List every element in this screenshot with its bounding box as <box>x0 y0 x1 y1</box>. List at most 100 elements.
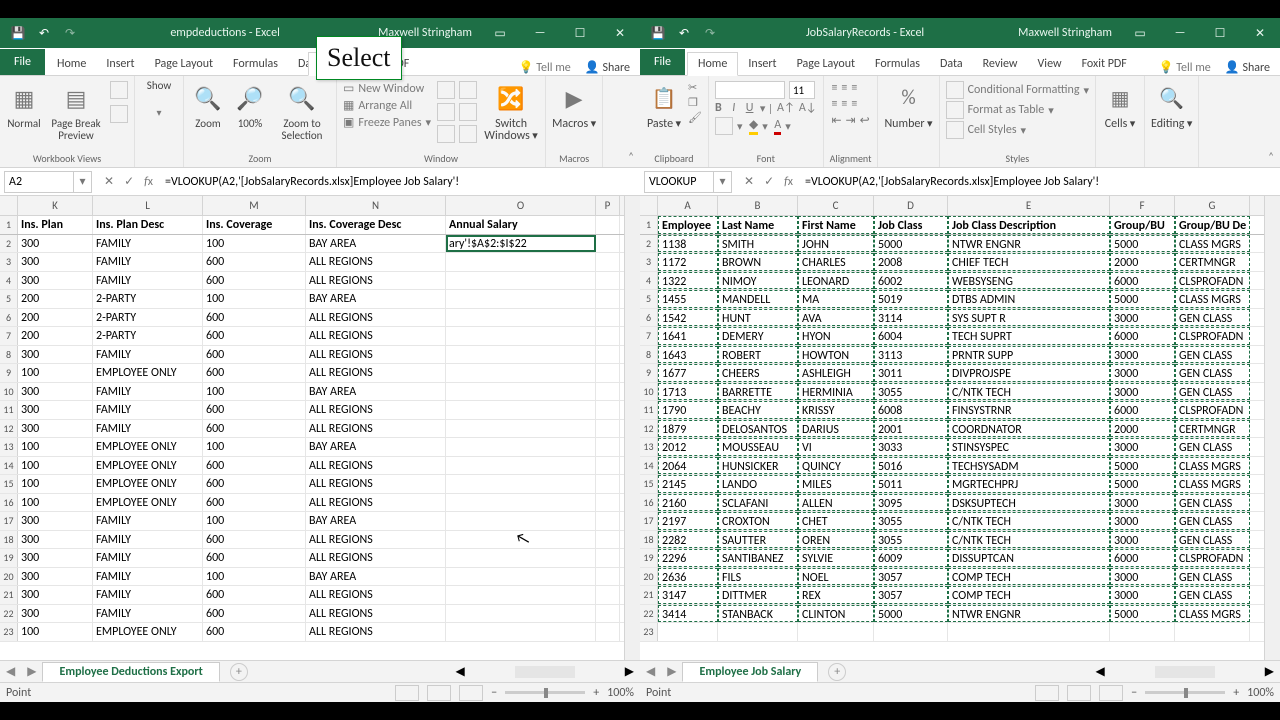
vertical-scrollbar[interactable] <box>624 196 640 660</box>
formula-input[interactable] <box>801 175 1280 189</box>
cell[interactable]: FAMILY <box>93 401 203 419</box>
name-box-input[interactable] <box>645 172 713 192</box>
cell[interactable]: CHET <box>798 512 874 530</box>
row-header[interactable]: 4 <box>640 272 658 290</box>
cell[interactable]: 2282 <box>658 531 718 549</box>
column-label[interactable] <box>596 216 620 234</box>
cell[interactable]: SAUTTER <box>718 531 798 549</box>
fx-icon[interactable]: fx <box>144 175 153 189</box>
copy-icon[interactable]: ❐ <box>688 95 702 110</box>
cell[interactable] <box>798 623 874 641</box>
cell[interactable]: KRISSY <box>798 401 874 419</box>
align-center-icon[interactable]: ≡ <box>841 97 847 111</box>
cell[interactable]: FAMILY <box>93 549 203 567</box>
cell[interactable]: ALL REGIONS <box>306 364 446 382</box>
cell[interactable]: 300 <box>18 549 93 567</box>
tab-data[interactable]: Data <box>288 53 308 75</box>
cell[interactable]: VI <box>798 438 874 456</box>
align-middle-icon[interactable]: ≡ <box>841 81 847 95</box>
cell[interactable] <box>596 457 620 475</box>
normal-view-statusbtn[interactable] <box>395 685 419 701</box>
cell[interactable]: CLASS MGRS <box>1175 457 1250 475</box>
row-header[interactable]: 23 <box>0 623 18 641</box>
horizontal-scrollbar[interactable] <box>1155 666 1215 678</box>
cell[interactable]: C/NTK TECH <box>948 531 1110 549</box>
cell[interactable]: 6000 <box>1110 272 1175 290</box>
cell[interactable]: 3055 <box>874 531 948 549</box>
cell[interactable]: 1641 <box>658 327 718 345</box>
row-header[interactable]: 2 <box>640 235 658 253</box>
cell[interactable]: CLINTON <box>798 605 874 623</box>
column-header[interactable]: C <box>798 196 874 215</box>
zoom-out-icon[interactable]: − <box>491 686 497 700</box>
tab-formulas[interactable]: Formulas <box>223 53 288 75</box>
cell[interactable] <box>596 327 620 345</box>
cell[interactable] <box>446 605 596 623</box>
row-header[interactable]: 4 <box>0 272 18 290</box>
cell[interactable]: 600 <box>203 272 306 290</box>
cell[interactable]: 100 <box>203 290 306 308</box>
redo-icon[interactable]: ↷ <box>60 23 80 43</box>
tab-file[interactable]: File <box>640 49 685 75</box>
row-header[interactable]: 19 <box>640 549 658 567</box>
align-bottom-icon[interactable]: ≡ <box>851 81 857 95</box>
cell[interactable]: ALL REGIONS <box>306 623 446 641</box>
cell[interactable]: 2160 <box>658 494 718 512</box>
cell[interactable]: 600 <box>203 309 306 327</box>
cell[interactable]: 300 <box>18 586 93 604</box>
row-header[interactable]: 7 <box>0 327 18 345</box>
cell[interactable]: ALL REGIONS <box>306 605 446 623</box>
cell[interactable] <box>446 475 596 493</box>
cell[interactable]: 5000 <box>1110 457 1175 475</box>
cell[interactable]: FAMILY <box>93 420 203 438</box>
cell[interactable] <box>446 438 596 456</box>
cell[interactable]: CLASS MGRS <box>1175 235 1250 253</box>
cell[interactable]: SMITH <box>718 235 798 253</box>
cell[interactable]: 600 <box>203 346 306 364</box>
share-button[interactable]: 👤 Share <box>585 60 630 75</box>
cell[interactable] <box>596 512 620 530</box>
cell[interactable]: 2197 <box>658 512 718 530</box>
cell[interactable]: 2064 <box>658 457 718 475</box>
cell[interactable]: CHEERS <box>718 364 798 382</box>
cell[interactable]: LANDO <box>718 475 798 493</box>
cell[interactable]: BAY AREA <box>306 383 446 401</box>
underline-button[interactable]: U <box>746 101 754 115</box>
cell[interactable]: 1677 <box>658 364 718 382</box>
cell[interactable]: 2636 <box>658 568 718 586</box>
fx-icon[interactable]: fx <box>784 175 793 189</box>
cell[interactable]: 300 <box>18 420 93 438</box>
cell[interactable]: 5000 <box>1110 290 1175 308</box>
cell[interactable]: BROWN <box>718 253 798 271</box>
cell[interactable]: CHIEF TECH <box>948 253 1110 271</box>
cell[interactable]: 5000 <box>874 235 948 253</box>
cell[interactable]: 300 <box>18 253 93 271</box>
cell[interactable]: BARRETTE <box>718 383 798 401</box>
row-header[interactable]: 17 <box>640 512 658 530</box>
cell[interactable]: BAY AREA <box>306 235 446 253</box>
tab-formulas[interactable]: Formulas <box>865 53 930 75</box>
cell[interactable]: 600 <box>203 457 306 475</box>
row-header[interactable]: 8 <box>0 346 18 364</box>
cell[interactable] <box>446 401 596 419</box>
row-header[interactable]: 3 <box>0 253 18 271</box>
column-label[interactable]: Group/BU <box>1110 216 1175 234</box>
share-button[interactable]: 👤 Share <box>1225 60 1270 75</box>
cell[interactable]: 2145 <box>658 475 718 493</box>
font-color-button[interactable]: A <box>774 118 781 135</box>
name-box[interactable]: ▾ <box>644 171 732 193</box>
column-header[interactable]: M <box>203 196 306 215</box>
cell[interactable]: 300 <box>18 235 93 253</box>
cell[interactable]: DITTMER <box>718 586 798 604</box>
cell[interactable]: EMPLOYEE ONLY <box>93 364 203 382</box>
cell[interactable]: 2-PARTY <box>93 290 203 308</box>
cell[interactable] <box>658 623 718 641</box>
cell[interactable]: FINSYSTRNR <box>948 401 1110 419</box>
paste-button[interactable]: 📋Paste ▾ <box>646 80 682 130</box>
cell[interactable]: ALL REGIONS <box>306 253 446 271</box>
row-header[interactable]: 7 <box>640 327 658 345</box>
tab-home[interactable]: Home <box>47 53 96 75</box>
cell[interactable] <box>596 623 620 641</box>
pagebreak-statusbtn[interactable] <box>459 685 483 701</box>
cell[interactable]: NIMOY <box>718 272 798 290</box>
